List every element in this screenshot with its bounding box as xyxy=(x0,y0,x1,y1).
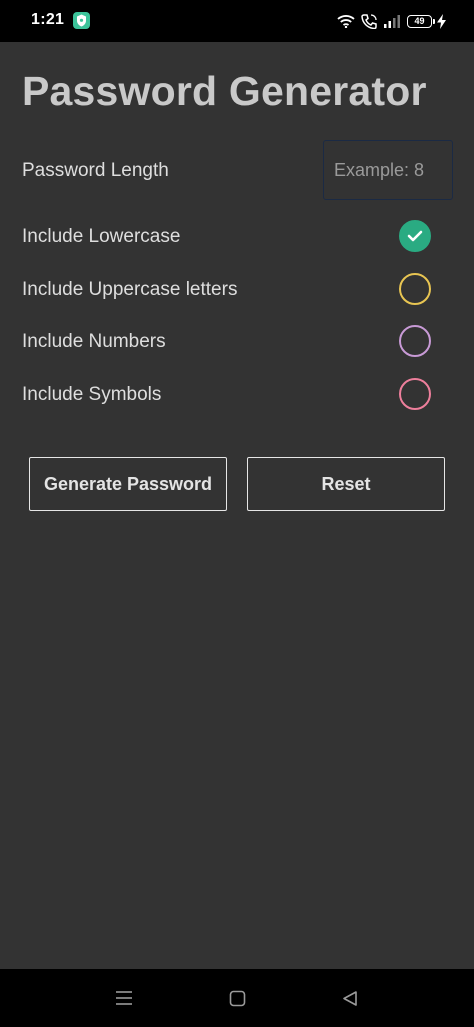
generate-password-button[interactable]: Generate Password xyxy=(29,457,227,511)
option-lowercase: Include Lowercase xyxy=(22,218,442,258)
password-length-input[interactable] xyxy=(323,140,453,200)
check-icon xyxy=(407,230,423,242)
option-label: Include Symbols xyxy=(22,384,162,405)
bolt-icon xyxy=(437,13,446,29)
page-title: Password Generator xyxy=(22,68,427,114)
status-icons: 49 xyxy=(331,10,446,32)
shield-icon xyxy=(73,12,90,29)
home-icon[interactable] xyxy=(227,988,247,1008)
option-label: Include Uppercase letters xyxy=(22,279,238,300)
status-bar: 1:21 49 xyxy=(0,0,474,42)
option-uppercase: Include Uppercase letters xyxy=(22,271,442,311)
battery-indicator: 49 xyxy=(407,14,435,28)
call-icon xyxy=(361,13,377,29)
lowercase-checkbox[interactable] xyxy=(399,220,431,252)
password-length-label: Password Length xyxy=(22,160,169,181)
status-time: 1:21 xyxy=(31,11,65,28)
option-symbols: Include Symbols xyxy=(22,376,442,416)
numbers-checkbox[interactable] xyxy=(399,325,431,357)
reset-button[interactable]: Reset xyxy=(247,457,445,511)
wifi-icon xyxy=(337,14,355,28)
uppercase-checkbox[interactable] xyxy=(399,273,431,305)
option-label: Include Lowercase xyxy=(22,226,181,247)
navigation-bar xyxy=(0,969,474,1027)
option-label: Include Numbers xyxy=(22,331,166,352)
menu-icon[interactable] xyxy=(114,988,134,1008)
back-icon[interactable] xyxy=(340,988,360,1008)
signal-icon xyxy=(383,14,401,28)
symbols-checkbox[interactable] xyxy=(399,378,431,410)
option-numbers: Include Numbers xyxy=(22,323,442,363)
